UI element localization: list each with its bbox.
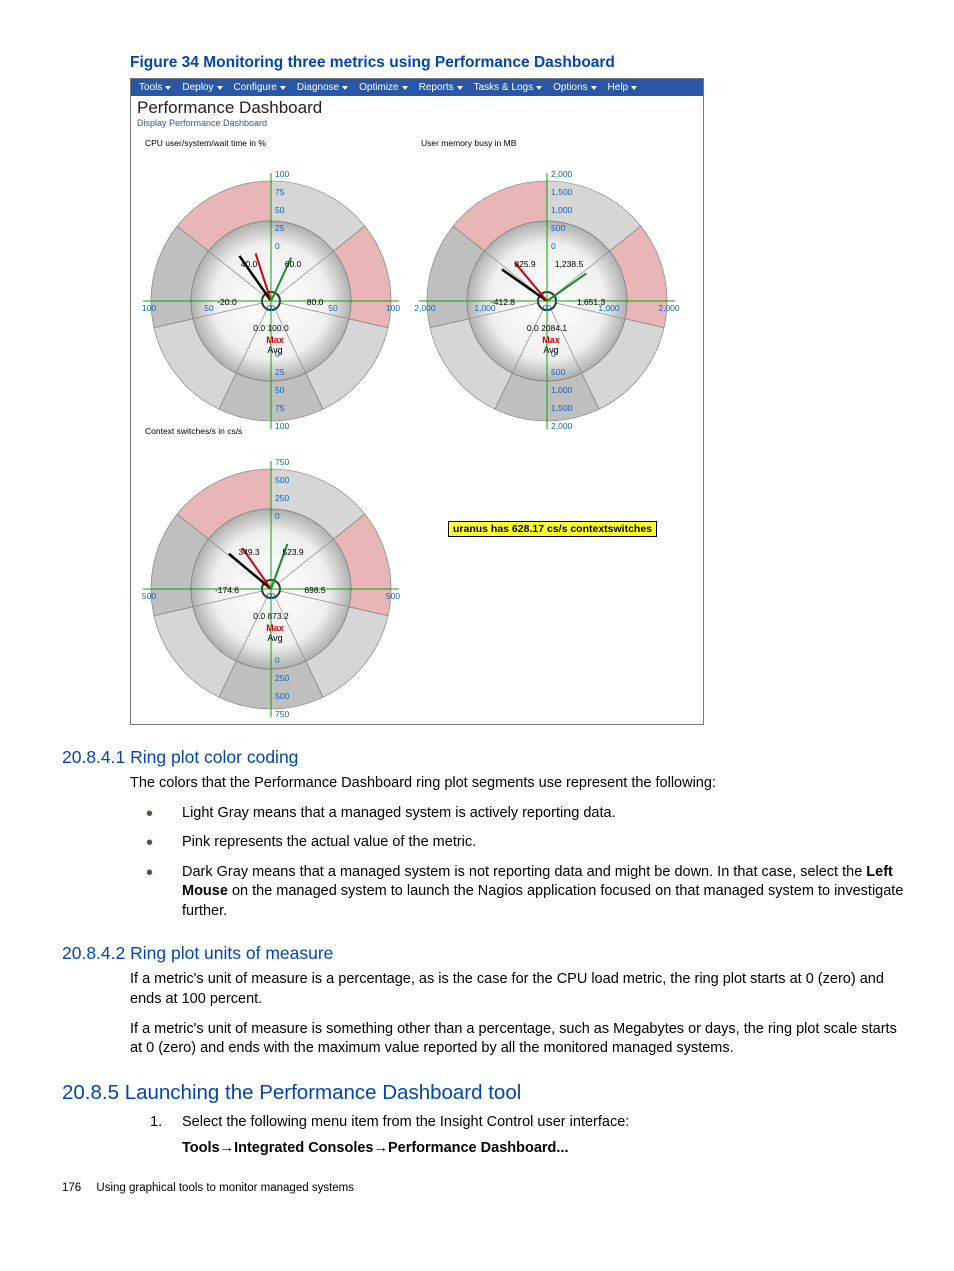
svg-text:500: 500 [386, 591, 400, 601]
svg-text:825.9: 825.9 [514, 259, 536, 269]
svg-text:250: 250 [275, 493, 289, 503]
figure-caption: Figure 34 Monitoring three metrics using… [130, 54, 910, 72]
heading-color-coding: 20.8.4.1 Ring plot color coding [62, 747, 910, 768]
svg-text:100: 100 [386, 303, 400, 313]
menu-help[interactable]: Help [604, 81, 645, 94]
svg-text:25: 25 [275, 367, 285, 377]
svg-text:0: 0 [551, 241, 556, 251]
menu-reports[interactable]: Reports [415, 81, 470, 94]
menu-configure[interactable]: Configure [230, 81, 293, 94]
svg-text:349.3: 349.3 [238, 547, 260, 557]
launch-steps: 1.Select the following menu item from th… [146, 1113, 910, 1133]
gauge-0[interactable]: CPU user/system/wait time in % 100 75 50 25… [133, 136, 409, 424]
svg-text:500: 500 [275, 475, 289, 485]
svg-text:750: 750 [275, 709, 289, 719]
footer-title: Using graphical tools to monitor managed… [96, 1182, 354, 1194]
svg-text:0: 0 [271, 591, 276, 601]
svg-text:0: 0 [547, 303, 552, 313]
svg-text:Max: Max [266, 335, 284, 345]
svg-text:1,000: 1,000 [551, 385, 573, 395]
svg-text:80.0: 80.0 [307, 297, 324, 307]
menu-tasks-logs[interactable]: Tasks & Logs [470, 81, 549, 94]
svg-text:-412.8: -412.8 [491, 297, 515, 307]
svg-text:2,000: 2,000 [414, 303, 436, 313]
svg-text:1,000: 1,000 [551, 205, 573, 215]
heading-launch: 20.8.5 Launching the Performance Dashboa… [62, 1081, 910, 1105]
svg-text:523.9: 523.9 [282, 547, 304, 557]
svg-text:Avg: Avg [267, 345, 282, 355]
svg-text:1,500: 1,500 [551, 403, 573, 413]
svg-text:0: 0 [271, 303, 276, 313]
svg-text:25: 25 [275, 223, 285, 233]
svg-text:75: 75 [275, 403, 285, 413]
svg-text:50: 50 [275, 385, 285, 395]
menu-tools[interactable]: Tools [135, 81, 178, 94]
svg-text:-174.6: -174.6 [215, 585, 239, 595]
svg-text:2,000: 2,000 [551, 421, 573, 431]
svg-text:50: 50 [275, 205, 285, 215]
svg-text:698.5: 698.5 [304, 585, 326, 595]
svg-text:Avg: Avg [267, 633, 282, 643]
svg-text:0: 0 [275, 511, 280, 521]
gauge-label: CPU user/system/wait time in % [133, 136, 409, 148]
menu-diagnose[interactable]: Diagnose [293, 81, 355, 94]
menu-options[interactable]: Options [549, 81, 603, 94]
page-footer: 176 Using graphical tools to monitor man… [62, 1182, 910, 1194]
svg-text:40.0: 40.0 [241, 259, 258, 269]
step-1-text: Select the following menu item from the … [182, 1114, 629, 1130]
list-item: Pink represents the actual value of the … [146, 833, 910, 853]
list-item: Dark Gray means that a managed system is… [146, 863, 910, 922]
gauge-1[interactable]: User memory busy in MB 2,000 1,500 1,000 50… [409, 136, 685, 424]
svg-text:Avg: Avg [543, 345, 558, 355]
svg-text:100: 100 [275, 169, 289, 179]
svg-text:100: 100 [275, 421, 289, 431]
svg-text:60.0: 60.0 [285, 259, 302, 269]
svg-text:0.0 2084.1: 0.0 2084.1 [527, 323, 567, 333]
svg-text:100: 100 [142, 303, 156, 313]
svg-text:Max: Max [542, 335, 560, 345]
units-p1: If a metric's unit of measure is a perce… [130, 970, 910, 1009]
svg-text:500: 500 [275, 691, 289, 701]
menu-optimize[interactable]: Optimize [355, 81, 414, 94]
svg-text:250: 250 [275, 673, 289, 683]
dashboard-subtitle[interactable]: Display Performance Dashboard [137, 118, 697, 128]
svg-text:75: 75 [275, 187, 285, 197]
units-p2: If a metric's unit of measure is somethi… [130, 1020, 910, 1059]
app-menubar: ToolsDeployConfigureDiagnoseOptimizeRepo… [131, 79, 703, 96]
svg-text:0.0 873.2: 0.0 873.2 [253, 611, 289, 621]
svg-text:-20.0: -20.0 [217, 297, 237, 307]
svg-text:500: 500 [551, 367, 565, 377]
svg-text:0: 0 [275, 655, 280, 665]
svg-text:750: 750 [275, 457, 289, 467]
svg-text:1,651.3: 1,651.3 [577, 297, 606, 307]
color-coding-list: Light Gray means that a managed system i… [146, 804, 910, 922]
intro-color-coding: The colors that the Performance Dashboar… [130, 774, 910, 794]
page-number: 176 [62, 1182, 81, 1194]
svg-text:1,500: 1,500 [551, 187, 573, 197]
svg-text:Max: Max [266, 623, 284, 633]
dashboard-screenshot: ToolsDeployConfigureDiagnoseOptimizeRepo… [130, 78, 704, 725]
svg-text:0.0 100.0: 0.0 100.0 [253, 323, 289, 333]
svg-text:2,000: 2,000 [658, 303, 680, 313]
svg-text:0: 0 [275, 241, 280, 251]
svg-text:50: 50 [204, 303, 214, 313]
menu-path: Tools→Integrated Consoles→Performance Da… [182, 1140, 910, 1156]
dashboard-title: Performance Dashboard [137, 98, 697, 118]
svg-text:500: 500 [551, 223, 565, 233]
gauge-2[interactable]: Context switches/s in cs/s 7505002500025… [133, 424, 409, 712]
svg-text:1,238.5: 1,238.5 [555, 259, 584, 269]
svg-text:500: 500 [142, 591, 156, 601]
svg-text:50: 50 [328, 303, 338, 313]
step-1: 1.Select the following menu item from th… [146, 1113, 910, 1133]
gauge-tooltip: uranus has 628.17 cs/s contextswitches [448, 521, 657, 537]
list-item: Light Gray means that a managed system i… [146, 804, 910, 824]
gauge-label: User memory busy in MB [409, 136, 685, 148]
heading-units: 20.8.4.2 Ring plot units of measure [62, 943, 910, 964]
menu-deploy[interactable]: Deploy [178, 81, 229, 94]
svg-text:2,000: 2,000 [551, 169, 573, 179]
